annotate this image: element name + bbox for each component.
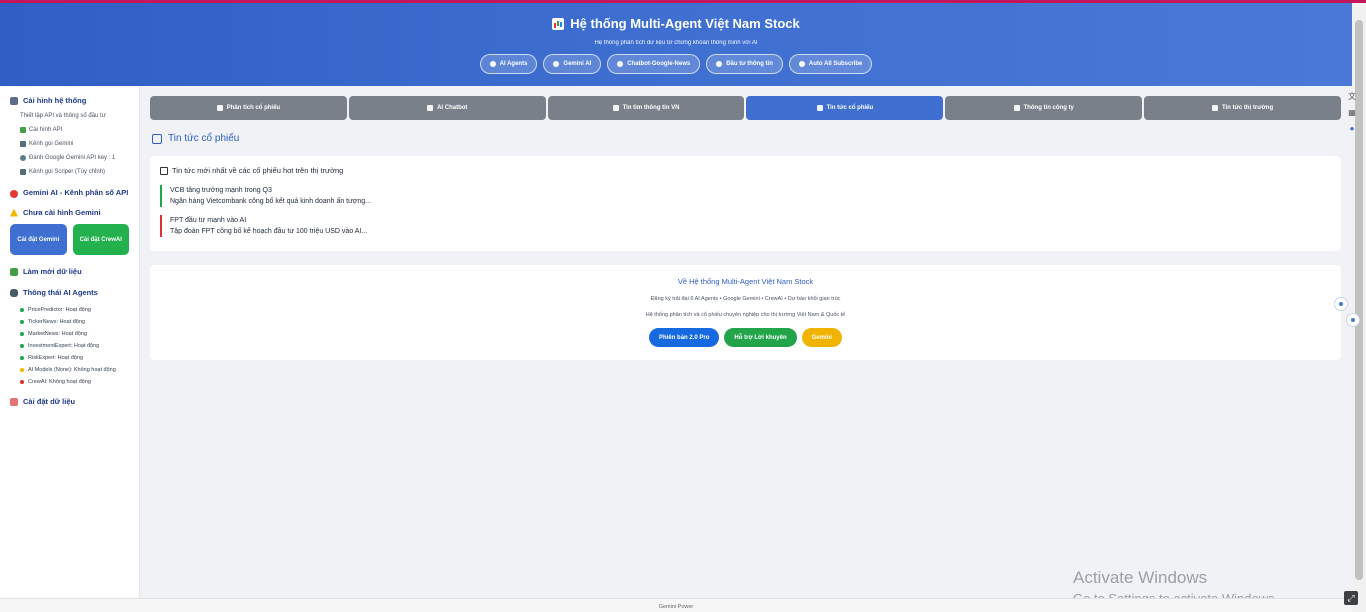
chat-icon [427, 105, 434, 111]
building-icon [1013, 105, 1020, 111]
link-icon [20, 169, 26, 175]
tab-stock-analysis[interactable]: Phân tích cổ phiếu [150, 96, 347, 120]
news-item[interactable]: VCB tăng trưởng mạnh trong Q3 Ngân hàng … [160, 185, 1331, 207]
setup-crewai-button[interactable]: Cài đặt CrewAI [72, 224, 129, 255]
news-title: FPT đầu tư mạnh vào AI [170, 217, 247, 224]
news-title: VCB tăng trưởng mạnh trong Q3 [170, 187, 272, 194]
badge-support: Hỗ trợ Lời khuyên [724, 328, 797, 347]
robot-icon [489, 61, 496, 67]
about-line: Hệ thống phân tích và cổ phiếu chuyên ng… [645, 312, 846, 318]
status-dot-icon [20, 356, 24, 360]
status-dot-icon [20, 368, 24, 372]
agent-status-item: InvestmentExpert: Hoạt động [20, 343, 129, 349]
info-icon [20, 155, 26, 161]
status-dot-icon [20, 380, 24, 384]
grid-icon[interactable]: ▦ [1347, 108, 1357, 118]
about-title: Về Hệ thống Multi-Agent Việt Nam Stock [677, 277, 814, 286]
status-dot-icon [20, 344, 24, 348]
section-title: Tin tức cổ phiếu [152, 133, 1341, 144]
pill-auto-subscribe[interactable]: Auto All Subscribe [788, 54, 873, 74]
tab-ai-chatbot[interactable]: AI Chatbot [348, 96, 546, 120]
tab-company-info[interactable]: Thông tin công ty [945, 96, 1143, 120]
sidebar-config-item[interactable]: Đánh Google Gemini API key : 1 [20, 154, 129, 162]
about-line: Đăng ký trải đại 6 AI Agents • Google Ge… [650, 296, 841, 302]
sidebar-config-item[interactable]: Cài hình API [20, 126, 129, 134]
badge-version: Phiên bản 2.0 Pro [649, 328, 720, 347]
footer: Gemini Power [0, 598, 1352, 612]
bar-chart-icon [552, 17, 565, 30]
browser-side-icons: 文 ▦ ● [1345, 92, 1359, 140]
sidebar-config-item[interactable]: Kênh gọi Gemini [20, 140, 129, 148]
floating-assistant-icon[interactable] [1346, 313, 1360, 327]
sidebar-config-item[interactable]: Kênh gọi Scriper (Tùy chỉnh) [20, 168, 129, 176]
page-title: Hệ thống Multi-Agent Việt Nam Stock [0, 16, 1352, 31]
pill-ai-agents[interactable]: AI Agents [479, 54, 538, 74]
extension-icon[interactable]: ● [1347, 124, 1357, 134]
floating-assistant-icon[interactable] [1334, 297, 1348, 311]
news-card: Tin tức mới nhất về các cổ phiếu hot trê… [150, 156, 1341, 251]
chart-icon [10, 267, 18, 276]
chart-icon [553, 61, 560, 67]
search-icon [716, 61, 723, 67]
about-card: Về Hệ thống Multi-Agent Việt Nam Stock Đ… [150, 265, 1341, 360]
pill-gemini-ai[interactable]: Gemini AI [543, 54, 602, 74]
news-body: Ngân hàng Vietcombank công bố kết quả ki… [170, 198, 372, 205]
chart-icon [1211, 105, 1218, 111]
newspaper-icon [160, 167, 168, 175]
sidebar-agents-heading: Thông thái AI Agents [10, 288, 129, 297]
pill-invest-info[interactable]: Đầu tư thông tin [706, 54, 783, 74]
header-pills: AI Agents Gemini AI Chatbot-Google-News … [0, 54, 1352, 74]
tab-stock-news[interactable]: Tin tức cổ phiếu [746, 96, 944, 120]
status-dot-icon [20, 332, 24, 336]
gear-icon [798, 61, 805, 67]
sidebar: Cài hình hệ thống Thiết lập API và thông… [0, 86, 140, 598]
agent-status-item: TickerNews: Hoạt động [20, 319, 129, 325]
clipboard-icon [10, 96, 18, 105]
agent-status-item: CrewAI: Không hoạt động [20, 379, 129, 385]
pill-chatbot-news[interactable]: Chatbot-Google-News [607, 54, 701, 74]
app-header: Hệ thống Multi-Agent Việt Nam Stock Hệ t… [0, 3, 1352, 86]
news-body: Tập đoàn FPT công bố kế hoạch đầu tư 100… [170, 228, 368, 235]
link-icon [20, 141, 26, 147]
agent-status-item: RiskExpert: Hoạt động [20, 355, 129, 361]
status-dot-icon [20, 308, 24, 312]
warning-icon [10, 208, 18, 217]
setup-gemini-button[interactable]: Cài đặt Gemini [10, 224, 67, 255]
expand-icon[interactable]: ⤢ [1344, 591, 1358, 605]
sidebar-warning: Chưa cài hình Gemini [10, 208, 129, 217]
news-item[interactable]: FPT đầu tư mạnh vào AI Tập đoàn FPT công… [160, 215, 1331, 237]
page-subtitle: Hệ thống phân tích dữ liệu từ chứng khoá… [594, 40, 758, 46]
tab-bar: Phân tích cổ phiếu AI Chatbot Tin tìm th… [150, 96, 1341, 120]
newspaper-icon [152, 133, 162, 144]
status-dot-icon [20, 320, 24, 324]
data-settings-link[interactable]: Cài đặt dữ liệu [10, 397, 129, 406]
sidebar-gemini-heading: Gemini AI - Kênh phân số API [10, 188, 129, 198]
tab-market-news[interactable]: Tin tức thị trường [1144, 96, 1341, 120]
tab-vn-info[interactable]: Tin tìm thông tin VN [547, 96, 745, 120]
sidebar-config-heading: Cài hình hệ thống [10, 96, 129, 105]
chart-icon [612, 105, 619, 111]
chart-icon [216, 105, 223, 111]
agent-status-item: PricePredictor: Hoạt động [20, 307, 129, 313]
refresh-data-link[interactable]: Làm mới dữ liệu [10, 267, 129, 276]
agent-status-item: MarketNews: Hoạt động [20, 331, 129, 337]
agent-status-item: AI Models (None): Không hoạt động [20, 367, 129, 373]
translate-icon[interactable]: 文 [1347, 92, 1357, 102]
chart-down-icon [10, 397, 18, 406]
main-content: Phân tích cổ phiếu AI Chatbot Tin tìm th… [150, 96, 1341, 360]
news-card-title: Tin tức mới nhất về các cổ phiếu hot trê… [160, 166, 1331, 175]
chart-icon [20, 127, 26, 133]
news-icon [617, 61, 624, 67]
badge-gemini: Gemini [801, 328, 842, 347]
sidebar-config-desc: Thiết lập API và thông số đầu tư [20, 113, 106, 119]
robot-icon [10, 288, 18, 297]
newspaper-icon [816, 105, 823, 111]
robot-icon [10, 190, 18, 198]
